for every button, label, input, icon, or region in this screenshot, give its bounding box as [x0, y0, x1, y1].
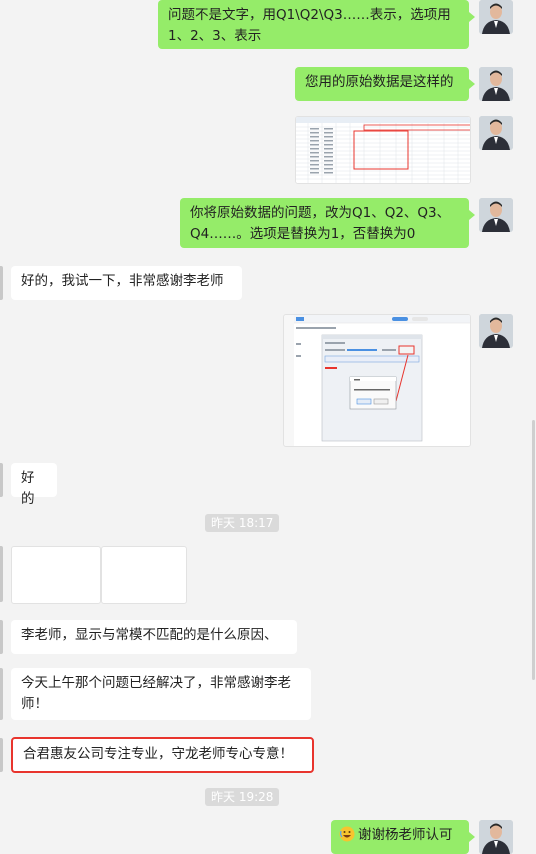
message-incoming[interactable]: 李老师，显示与常模不匹配的是什么原因、 — [11, 620, 297, 654]
avatar[interactable] — [479, 314, 513, 348]
timestamp: 昨天 18:17 — [205, 514, 280, 532]
avatar[interactable] — [479, 67, 513, 101]
scrollbar[interactable] — [532, 0, 536, 841]
message-image-screenshot[interactable] — [283, 314, 471, 447]
sender-avatar-edge — [0, 546, 3, 602]
avatar-icon — [479, 820, 513, 854]
avatar-icon — [479, 198, 513, 232]
message-incoming[interactable]: 今天上午那个问题已经解决了，非常感谢李老师！ — [11, 668, 311, 720]
avatar[interactable] — [479, 198, 513, 232]
message-image[interactable] — [101, 546, 187, 604]
message-image-spreadsheet[interactable] — [295, 116, 471, 184]
sender-avatar-edge — [0, 668, 3, 720]
message-text: 你将原始数据的问题，改为Q1、Q2、Q3、Q4……。选项是替换为1，否替换为0 — [190, 205, 451, 242]
sender-avatar-edge — [0, 266, 3, 300]
avatar-icon — [479, 116, 513, 150]
sender-avatar-edge — [0, 738, 3, 772]
avatar-icon — [479, 67, 513, 101]
message-text: 您用的原始数据是这样的 — [305, 74, 454, 90]
message-outgoing[interactable]: 问题不是文字，用Q1\Q2\Q3……表示，选项用1、2、3、表示 — [158, 0, 475, 49]
message-text: 合君惠友公司专注专业，守龙老师专心专意！ — [23, 746, 293, 762]
message-image[interactable] — [11, 546, 101, 604]
avatar[interactable] — [479, 0, 513, 34]
avatar-icon — [479, 0, 513, 34]
message-outgoing[interactable]: 谢谢杨老师认可 — [331, 820, 475, 854]
message-outgoing[interactable]: 你将原始数据的问题，改为Q1、Q2、Q3、Q4……。选项是替换为1，否替换为0 — [180, 198, 475, 248]
message-incoming-highlighted[interactable]: 合君惠友公司专注专业，守龙老师专心专意！ — [11, 737, 314, 773]
message-text: 问题不是文字，用Q1\Q2\Q3……表示，选项用1、2、3、表示 — [168, 7, 451, 44]
message-text: 今天上午那个问题已经解决了，非常感谢李老师！ — [21, 675, 291, 712]
message-text: 好的 — [21, 470, 35, 507]
avatar-icon — [479, 314, 513, 348]
avatar[interactable] — [479, 116, 513, 150]
message-text: 李老师，显示与常模不匹配的是什么原因、 — [21, 627, 278, 643]
scrollbar-thumb[interactable] — [532, 420, 535, 680]
message-incoming[interactable]: 好的，我试一下，非常感谢李老师 — [11, 266, 242, 300]
message-incoming[interactable]: 好的 — [11, 463, 57, 507]
timestamp: 昨天 19:28 — [205, 788, 280, 806]
spreadsheet-thumbnail — [296, 117, 470, 183]
avatar[interactable] — [479, 820, 513, 854]
sender-avatar-edge — [0, 620, 3, 654]
message-text: 好的，我试一下，非常感谢李老师 — [21, 273, 224, 289]
sender-avatar-edge — [0, 463, 3, 497]
screenshot-thumbnail — [294, 315, 470, 446]
grinning-emoji-icon — [339, 826, 355, 842]
message-outgoing[interactable]: 您用的原始数据是这样的 — [295, 67, 475, 101]
